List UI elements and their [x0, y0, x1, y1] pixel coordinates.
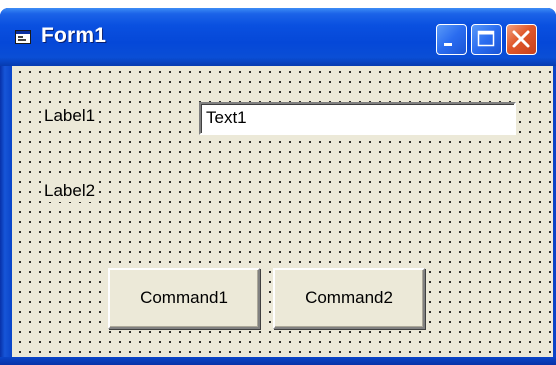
form-icon	[15, 30, 31, 44]
close-button[interactable]	[506, 24, 537, 55]
text1-textbox[interactable]: Text1	[199, 102, 516, 135]
label2[interactable]: Label2	[42, 180, 100, 202]
window-border-bottom	[0, 357, 556, 365]
window-border-left	[0, 66, 12, 365]
window-title: Form1	[41, 24, 107, 47]
minimize-icon	[444, 43, 452, 46]
maximize-icon	[477, 30, 495, 47]
minimize-button[interactable]	[436, 24, 467, 55]
title-bar[interactable]: Form1	[0, 8, 556, 66]
command2-button[interactable]: Command2	[273, 268, 425, 329]
close-icon	[512, 30, 530, 48]
form-window: Form1 Label1 Text1 Label2 Command1 Comma…	[0, 8, 556, 365]
command1-button[interactable]: Command1	[108, 268, 260, 329]
label1[interactable]: Label1	[42, 105, 100, 127]
form-design-surface[interactable]: Label1 Text1 Label2 Command1 Command2	[12, 66, 553, 357]
maximize-button[interactable]	[471, 24, 502, 55]
